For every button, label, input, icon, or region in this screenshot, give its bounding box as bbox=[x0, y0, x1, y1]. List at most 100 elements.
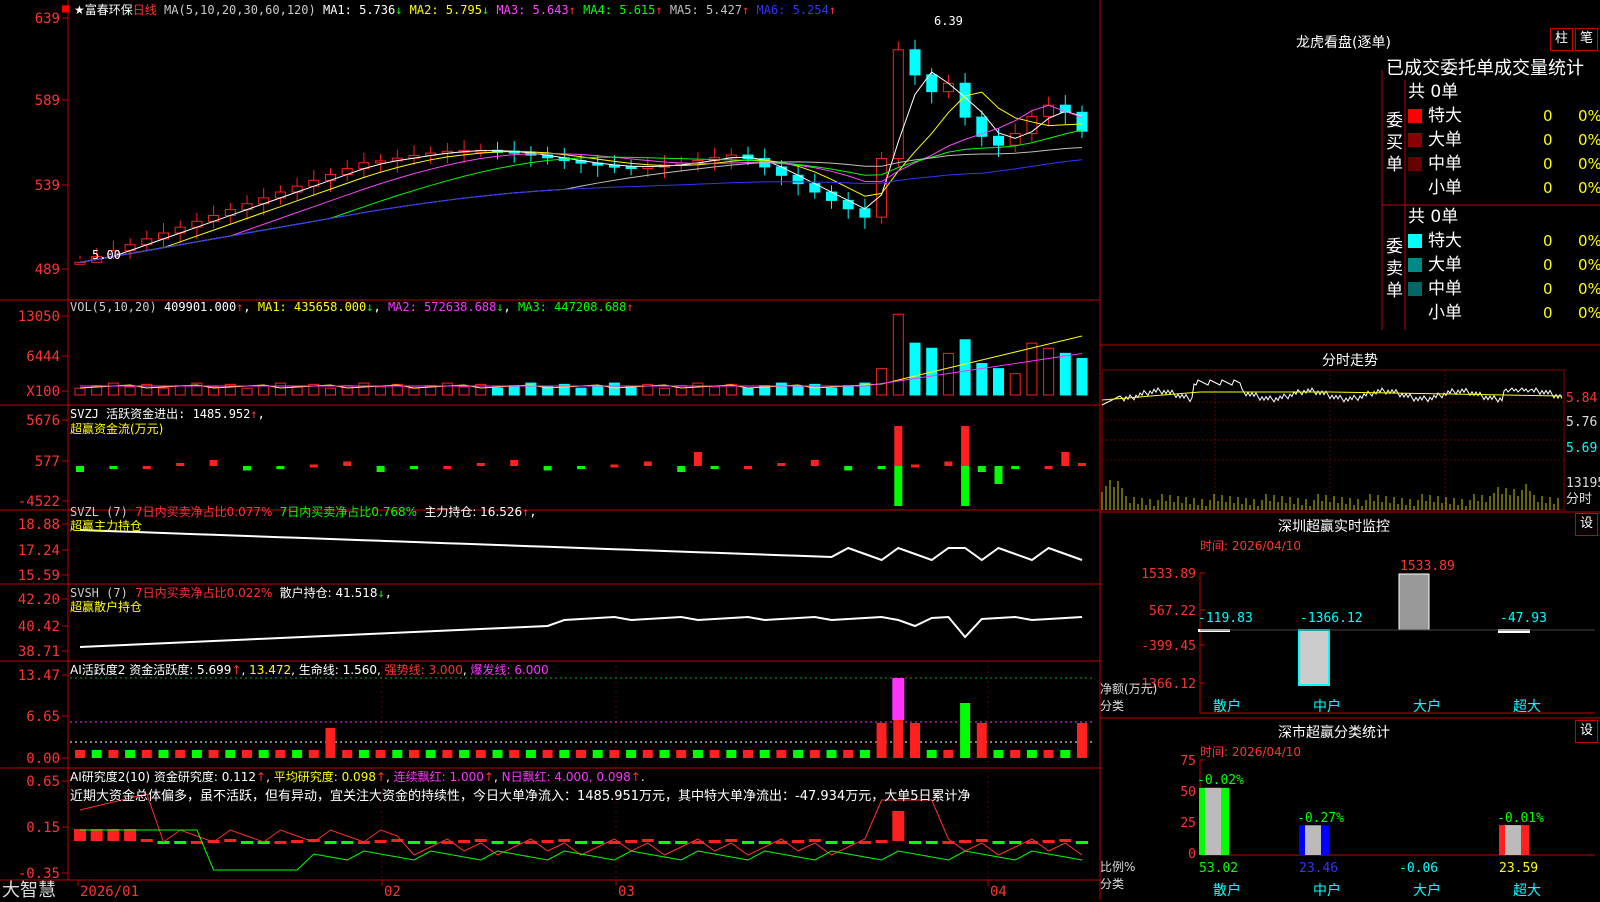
candle-body bbox=[859, 208, 871, 218]
date-tick-label: 03 bbox=[618, 884, 635, 900]
svzj-bar bbox=[209, 460, 218, 466]
svzl-line bbox=[79, 529, 1083, 562]
ai-research-bar bbox=[675, 841, 688, 844]
ai-research-bar bbox=[575, 841, 587, 844]
svzj-bar bbox=[961, 466, 970, 506]
svzj-bar bbox=[944, 461, 953, 466]
table-title: 已成交委托单成交量统计 bbox=[1386, 58, 1584, 79]
svzj-bar bbox=[376, 466, 385, 472]
menu-icon[interactable]: ■ bbox=[62, 1, 69, 15]
right-panel-charts: 5.845.765.6913195分时1533.89567.22-399.45-… bbox=[1101, 369, 1600, 899]
candle-body bbox=[375, 160, 387, 164]
cls-bottom-label: 23.59 bbox=[1499, 861, 1538, 876]
volume-bars[interactable] bbox=[74, 313, 1088, 396]
ai-activity-bar bbox=[459, 750, 470, 758]
cls-category: 超大 bbox=[1513, 883, 1541, 899]
ai-activity-bar bbox=[1077, 723, 1087, 758]
ai-activity-bar bbox=[91, 750, 102, 758]
ai-research-bars[interactable] bbox=[74, 793, 1088, 871]
svzj-bar bbox=[643, 461, 652, 466]
bar-mode-button[interactable]: 柱 bbox=[1550, 28, 1573, 51]
cls-tick-label: 50 bbox=[1180, 785, 1196, 800]
volume-bar bbox=[959, 339, 971, 396]
ma-line-3 bbox=[79, 104, 1083, 263]
ai-activity-bar bbox=[659, 750, 670, 758]
buy-row-pct: 0% bbox=[1578, 107, 1600, 125]
svzj-bar bbox=[810, 460, 819, 466]
ai-research-bar bbox=[541, 840, 554, 843]
volume-bar bbox=[659, 387, 670, 396]
stock-title[interactable]: ★富春环保 bbox=[74, 3, 133, 17]
buy-row: 小单 0 0% bbox=[1408, 176, 1600, 200]
sz-bar bbox=[1398, 573, 1430, 631]
volume-bar bbox=[1059, 352, 1071, 396]
ai-activity-bar bbox=[141, 750, 152, 758]
svzj-tick-label: 5676 bbox=[26, 413, 60, 429]
ai2-header: AI研究度2(10) 资金研究度: 0.112↑, 平均研究度: 0.098↑,… bbox=[70, 770, 645, 784]
svzj-bar bbox=[176, 463, 185, 466]
ai-activity-bar bbox=[392, 750, 403, 758]
buy-row: 中单 0 0% bbox=[1408, 152, 1600, 176]
ai-research-bar bbox=[658, 841, 671, 844]
cls-settings-button[interactable]: 设 bbox=[1575, 720, 1598, 743]
cls-bottom-label: 23.46 bbox=[1299, 861, 1338, 876]
cls-bar-highlight bbox=[1505, 825, 1521, 855]
ai-research-bar bbox=[842, 841, 855, 844]
sz-value-label: -1366.12 bbox=[1300, 611, 1363, 626]
buy-color-swatch bbox=[1408, 181, 1422, 195]
ai-activity-bar bbox=[158, 750, 169, 758]
svzj-bar bbox=[977, 466, 986, 472]
buy-row-qty: 0 bbox=[1543, 107, 1553, 125]
ai-activity-bar bbox=[709, 750, 720, 758]
svzj-tick-label: -4522 bbox=[18, 494, 60, 510]
tick-mode-button[interactable]: 笔 bbox=[1575, 28, 1598, 51]
volume-bar bbox=[1043, 347, 1055, 396]
sz-settings-button[interactable]: 设 bbox=[1575, 513, 1598, 536]
main-chart-canvas[interactable]: 639 589 539 489 13050 6444 X100 5676 577 -4522 18.… bbox=[0, 0, 1600, 900]
ai-activity-bar bbox=[225, 750, 236, 758]
cls-time: 时间: 2026/04/10 bbox=[1200, 745, 1302, 759]
volume-bar bbox=[892, 313, 904, 396]
ai-research-bar bbox=[825, 841, 838, 844]
ai-activity-bar bbox=[676, 750, 687, 758]
volume-bar bbox=[709, 386, 721, 396]
ai-activity-bars[interactable] bbox=[70, 677, 1095, 758]
period-label[interactable]: 日线 bbox=[133, 3, 157, 17]
candle-body bbox=[1026, 115, 1038, 134]
ai1-tick-label: 13.47 bbox=[18, 668, 60, 684]
low-price-label: 5.00 bbox=[92, 248, 121, 262]
vol-ma3: MA3: 447208.688 bbox=[518, 300, 627, 314]
ma-values: MA1: 5.736↓ MA2: 5.795↓ MA3: 5.643↑ MA4:… bbox=[322, 3, 837, 17]
volume-bar bbox=[909, 342, 921, 396]
svzj-bar bbox=[894, 466, 903, 506]
cls-top-label: -0.27% bbox=[1297, 811, 1344, 826]
ai-activity-bar bbox=[609, 750, 620, 758]
ai-activity-bar bbox=[976, 723, 987, 758]
ai-activity-bar bbox=[325, 728, 336, 758]
sell-total: 共 0单 bbox=[1408, 207, 1459, 227]
ai-activity-bar bbox=[960, 703, 971, 758]
svzj-bars[interactable] bbox=[76, 426, 1086, 506]
footer-logo[interactable]: 大智慧 bbox=[2, 876, 56, 902]
sell-row-label: 小单 bbox=[1428, 303, 1462, 323]
svzj-bar bbox=[343, 461, 352, 466]
buy-row-qty: 0 bbox=[1543, 179, 1553, 197]
ai-research-bar bbox=[124, 829, 137, 841]
candlestick-series[interactable] bbox=[74, 39, 1088, 265]
ai-research-bar bbox=[959, 840, 972, 843]
cls-category: 散户 bbox=[1213, 882, 1241, 899]
ai-activity-bar bbox=[492, 750, 503, 758]
ai-activity-bar bbox=[409, 750, 419, 758]
volume-bar bbox=[441, 382, 453, 396]
sz-monitor-title: 深圳超赢实时监控 bbox=[1278, 519, 1390, 535]
volume-bar bbox=[258, 385, 270, 396]
cls-category-label: 分类 bbox=[1100, 877, 1125, 891]
volume-bar bbox=[592, 385, 604, 396]
ai-research-bar bbox=[374, 840, 387, 843]
cls-bottom-label: -0.06 bbox=[1399, 861, 1438, 876]
ai-research-bar bbox=[174, 841, 187, 844]
header-line: ★富春环保日线 MA(5,10,20,30,60,120) MA1: 5.736… bbox=[74, 1, 836, 18]
volume-bar bbox=[625, 386, 637, 396]
ai1-tick-label: 6.65 bbox=[26, 709, 60, 725]
sell-row-label: 特大 bbox=[1428, 231, 1462, 251]
